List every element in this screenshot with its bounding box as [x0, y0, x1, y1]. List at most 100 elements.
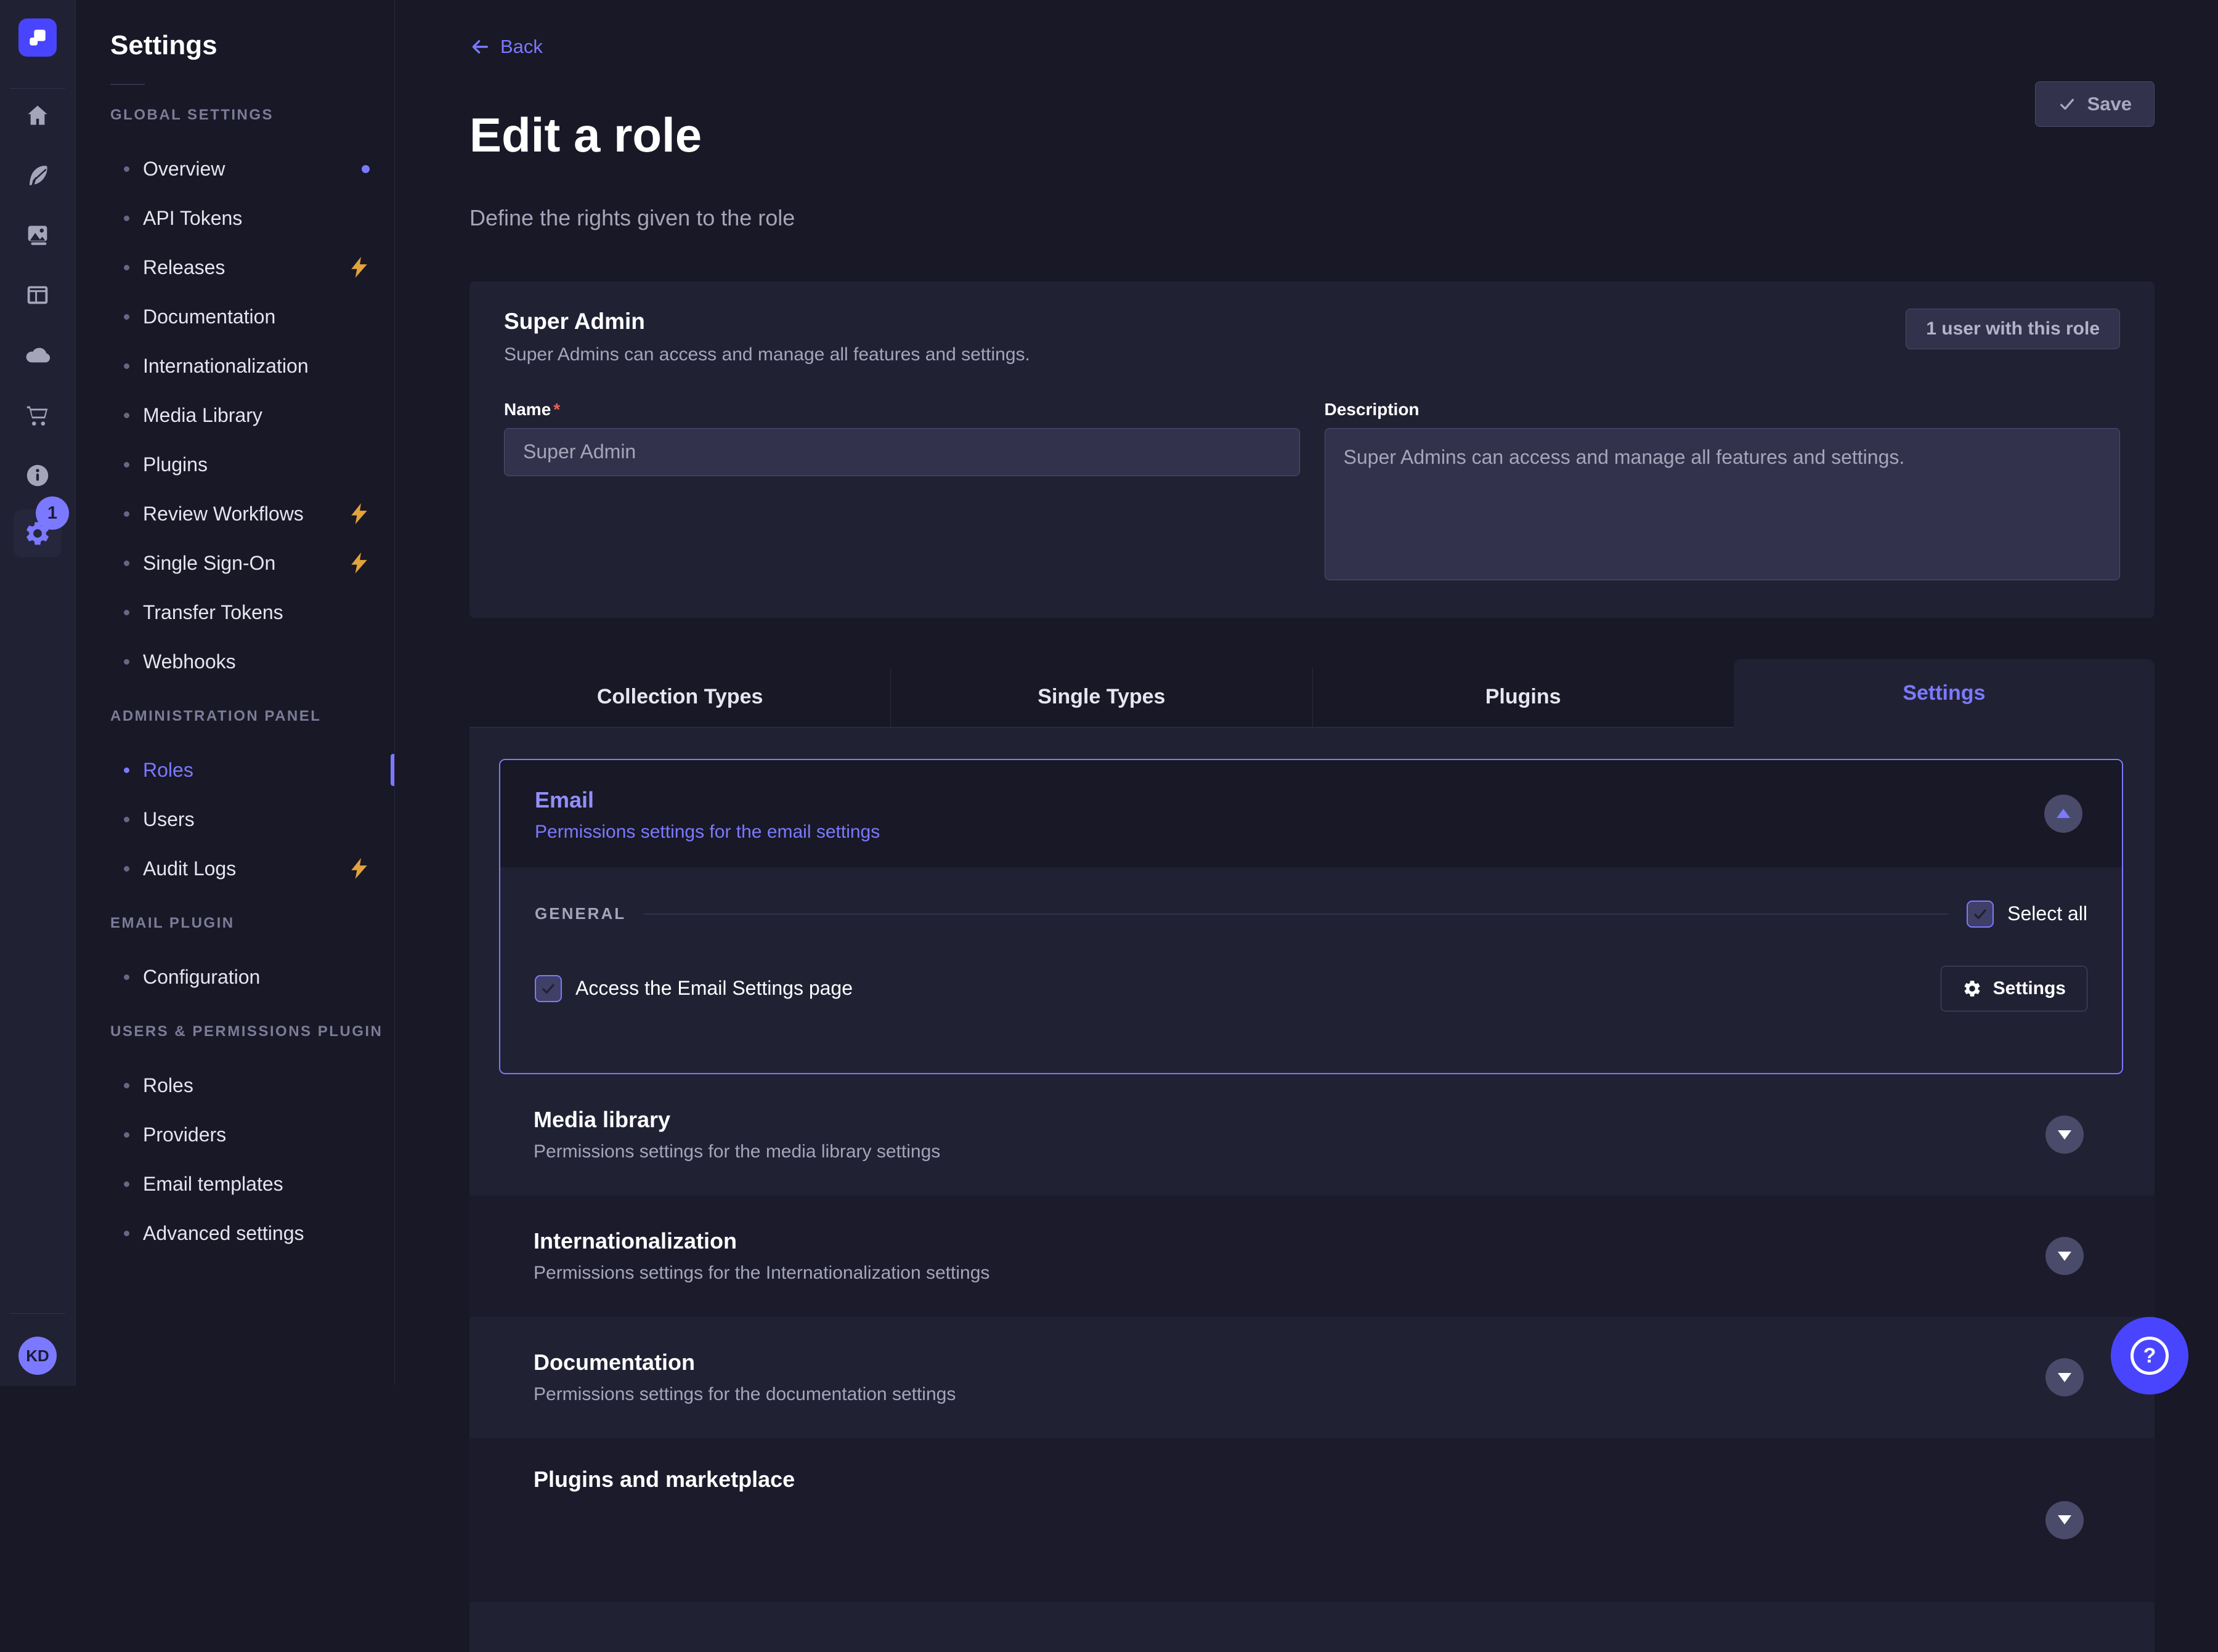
- group-divider: [644, 913, 1948, 915]
- flash-icon: [351, 503, 367, 524]
- chevron-down-icon: [2058, 1373, 2071, 1382]
- bullet-dot: [124, 1181, 129, 1187]
- sidebar-item-internationalization[interactable]: Internationalization: [76, 341, 394, 391]
- users-with-role-button[interactable]: 1 user with this role: [1906, 309, 2120, 349]
- sidebar-item-overview[interactable]: Overview: [76, 144, 394, 193]
- home-icon[interactable]: [23, 101, 52, 131]
- check-icon: [2058, 95, 2076, 113]
- accordion-title: Email: [535, 787, 2087, 813]
- admin-panel-list: Roles Users Audit Logs: [76, 745, 394, 893]
- collapse-button[interactable]: [2044, 795, 2082, 833]
- sidebar-item-single-sign-on[interactable]: Single Sign-On: [76, 538, 394, 588]
- tab-collection-types[interactable]: Collection Types: [469, 668, 891, 728]
- bullet-dot: [124, 265, 129, 270]
- flash-icon: [351, 257, 367, 278]
- accordion-subtitle: Permissions settings for the Internation…: [534, 1263, 2155, 1284]
- user-avatar[interactable]: KD: [18, 1337, 57, 1375]
- check-icon: [1972, 906, 1988, 922]
- expand-button[interactable]: [2045, 1116, 2084, 1154]
- help-button[interactable]: ?: [2111, 1317, 2188, 1395]
- tab-single-types[interactable]: Single Types: [891, 668, 1312, 728]
- select-all-control[interactable]: Select all: [1967, 901, 2087, 928]
- bullet-dot: [124, 1083, 129, 1088]
- sidebar-item-configuration[interactable]: Configuration: [76, 952, 394, 1002]
- expand-button[interactable]: [2045, 1358, 2084, 1396]
- sidebar-item-releases[interactable]: Releases: [76, 243, 394, 292]
- strapi-logo[interactable]: [18, 18, 57, 57]
- gear-icon: [1962, 979, 1982, 998]
- sidebar-item-audit-logs[interactable]: Audit Logs: [76, 844, 394, 893]
- save-button[interactable]: Save: [2035, 81, 2155, 127]
- sidebar-item-review-workflows[interactable]: Review Workflows: [76, 489, 394, 538]
- sidebar-item-roles-active[interactable]: Roles: [76, 745, 394, 795]
- description-textarea[interactable]: Super Admins can access and manage all f…: [1325, 428, 2121, 580]
- role-info-card: Super Admin Super Admins can access and …: [469, 281, 2155, 618]
- sidebar-item-transfer-tokens[interactable]: Transfer Tokens: [76, 588, 394, 637]
- media-library-icon[interactable]: [23, 221, 52, 250]
- feather-icon[interactable]: [23, 161, 52, 190]
- expand-button[interactable]: [2045, 1501, 2084, 1539]
- email-settings-button[interactable]: Settings: [1941, 966, 2087, 1011]
- bullet-dot: [124, 216, 129, 221]
- sidebar-item-users[interactable]: Users: [76, 795, 394, 844]
- sidebar-item-documentation[interactable]: Documentation: [76, 292, 394, 341]
- sidebar-title-divider: [110, 84, 145, 85]
- accordion-title: Media library: [534, 1107, 2155, 1133]
- notification-dot: [362, 165, 370, 173]
- media-library-accordion[interactable]: Media library Permissions settings for t…: [469, 1074, 2155, 1196]
- tab-plugins[interactable]: Plugins: [1313, 668, 1734, 728]
- bullet-dot: [124, 314, 129, 320]
- sidebar-item-up-roles[interactable]: Roles: [76, 1061, 394, 1110]
- tab-settings[interactable]: Settings: [1734, 659, 2155, 728]
- chevron-down-icon: [2058, 1252, 2071, 1261]
- description-label: Description: [1325, 400, 1420, 419]
- name-label: Name*: [504, 400, 560, 419]
- layout-icon[interactable]: [23, 280, 52, 310]
- expand-button[interactable]: [2045, 1237, 2084, 1275]
- check-icon: [540, 981, 556, 997]
- flash-icon: [351, 553, 367, 573]
- accordion-title: Plugins and marketplace: [534, 1467, 2155, 1492]
- internationalization-accordion[interactable]: Internationalization Permissions setting…: [469, 1196, 2155, 1317]
- bullet-dot: [124, 767, 129, 773]
- marketplace-cart-icon[interactable]: [23, 401, 52, 431]
- page-title: Edit a role: [469, 111, 702, 159]
- sidebar-item-email-templates[interactable]: Email templates: [76, 1159, 394, 1209]
- sidebar-item-advanced-settings[interactable]: Advanced settings: [76, 1209, 394, 1258]
- bullet-dot: [124, 413, 129, 418]
- global-settings-list: Overview API Tokens Releases Documentati…: [76, 144, 394, 686]
- sidebar-item-plugins[interactable]: Plugins: [76, 440, 394, 489]
- accordion-title: Documentation: [534, 1350, 2155, 1375]
- sidebar-item-webhooks[interactable]: Webhooks: [76, 637, 394, 686]
- question-mark-icon: ?: [2131, 1337, 2169, 1375]
- email-accordion-body: GENERAL Select all: [500, 867, 2122, 1073]
- bullet-dot: [124, 659, 129, 665]
- bullet-dot: [124, 817, 129, 822]
- section-label-admin-panel: ADMINISTRATION PANEL: [110, 708, 394, 725]
- flash-icon: [351, 858, 367, 879]
- plugins-marketplace-accordion[interactable]: Plugins and marketplace: [469, 1438, 2155, 1602]
- info-icon[interactable]: [23, 461, 52, 490]
- permission-label: Access the Email Settings page: [575, 977, 853, 1000]
- accordion-subtitle: Permissions settings for the email setti…: [535, 822, 2087, 843]
- role-name-heading: Super Admin: [504, 309, 1030, 334]
- required-asterisk: *: [553, 400, 560, 419]
- email-accordion-header[interactable]: Email Permissions settings for the email…: [500, 760, 2122, 867]
- sidebar-item-providers[interactable]: Providers: [76, 1110, 394, 1159]
- section-label-email-plugin: EMAIL PLUGIN: [110, 915, 394, 932]
- main-content: Back Edit a role Save Define the rights …: [395, 0, 2218, 1386]
- permission-checkbox[interactable]: [535, 975, 562, 1002]
- select-all-label: Select all: [2007, 902, 2087, 925]
- bullet-dot: [124, 1231, 129, 1236]
- bullet-dot: [124, 866, 129, 872]
- sidebar-item-api-tokens[interactable]: API Tokens: [76, 193, 394, 243]
- documentation-accordion[interactable]: Documentation Permissions settings for t…: [469, 1317, 2155, 1438]
- name-input[interactable]: [504, 428, 1300, 476]
- email-settings-permission[interactable]: Access the Email Settings page: [535, 975, 853, 1002]
- back-link[interactable]: Back: [469, 36, 543, 58]
- sidebar-item-media-library[interactable]: Media Library: [76, 391, 394, 440]
- cloud-icon[interactable]: [23, 340, 52, 370]
- role-description-text: Super Admins can access and manage all f…: [504, 344, 1030, 365]
- select-all-checkbox[interactable]: [1967, 901, 1994, 928]
- chevron-down-icon: [2058, 1515, 2071, 1524]
